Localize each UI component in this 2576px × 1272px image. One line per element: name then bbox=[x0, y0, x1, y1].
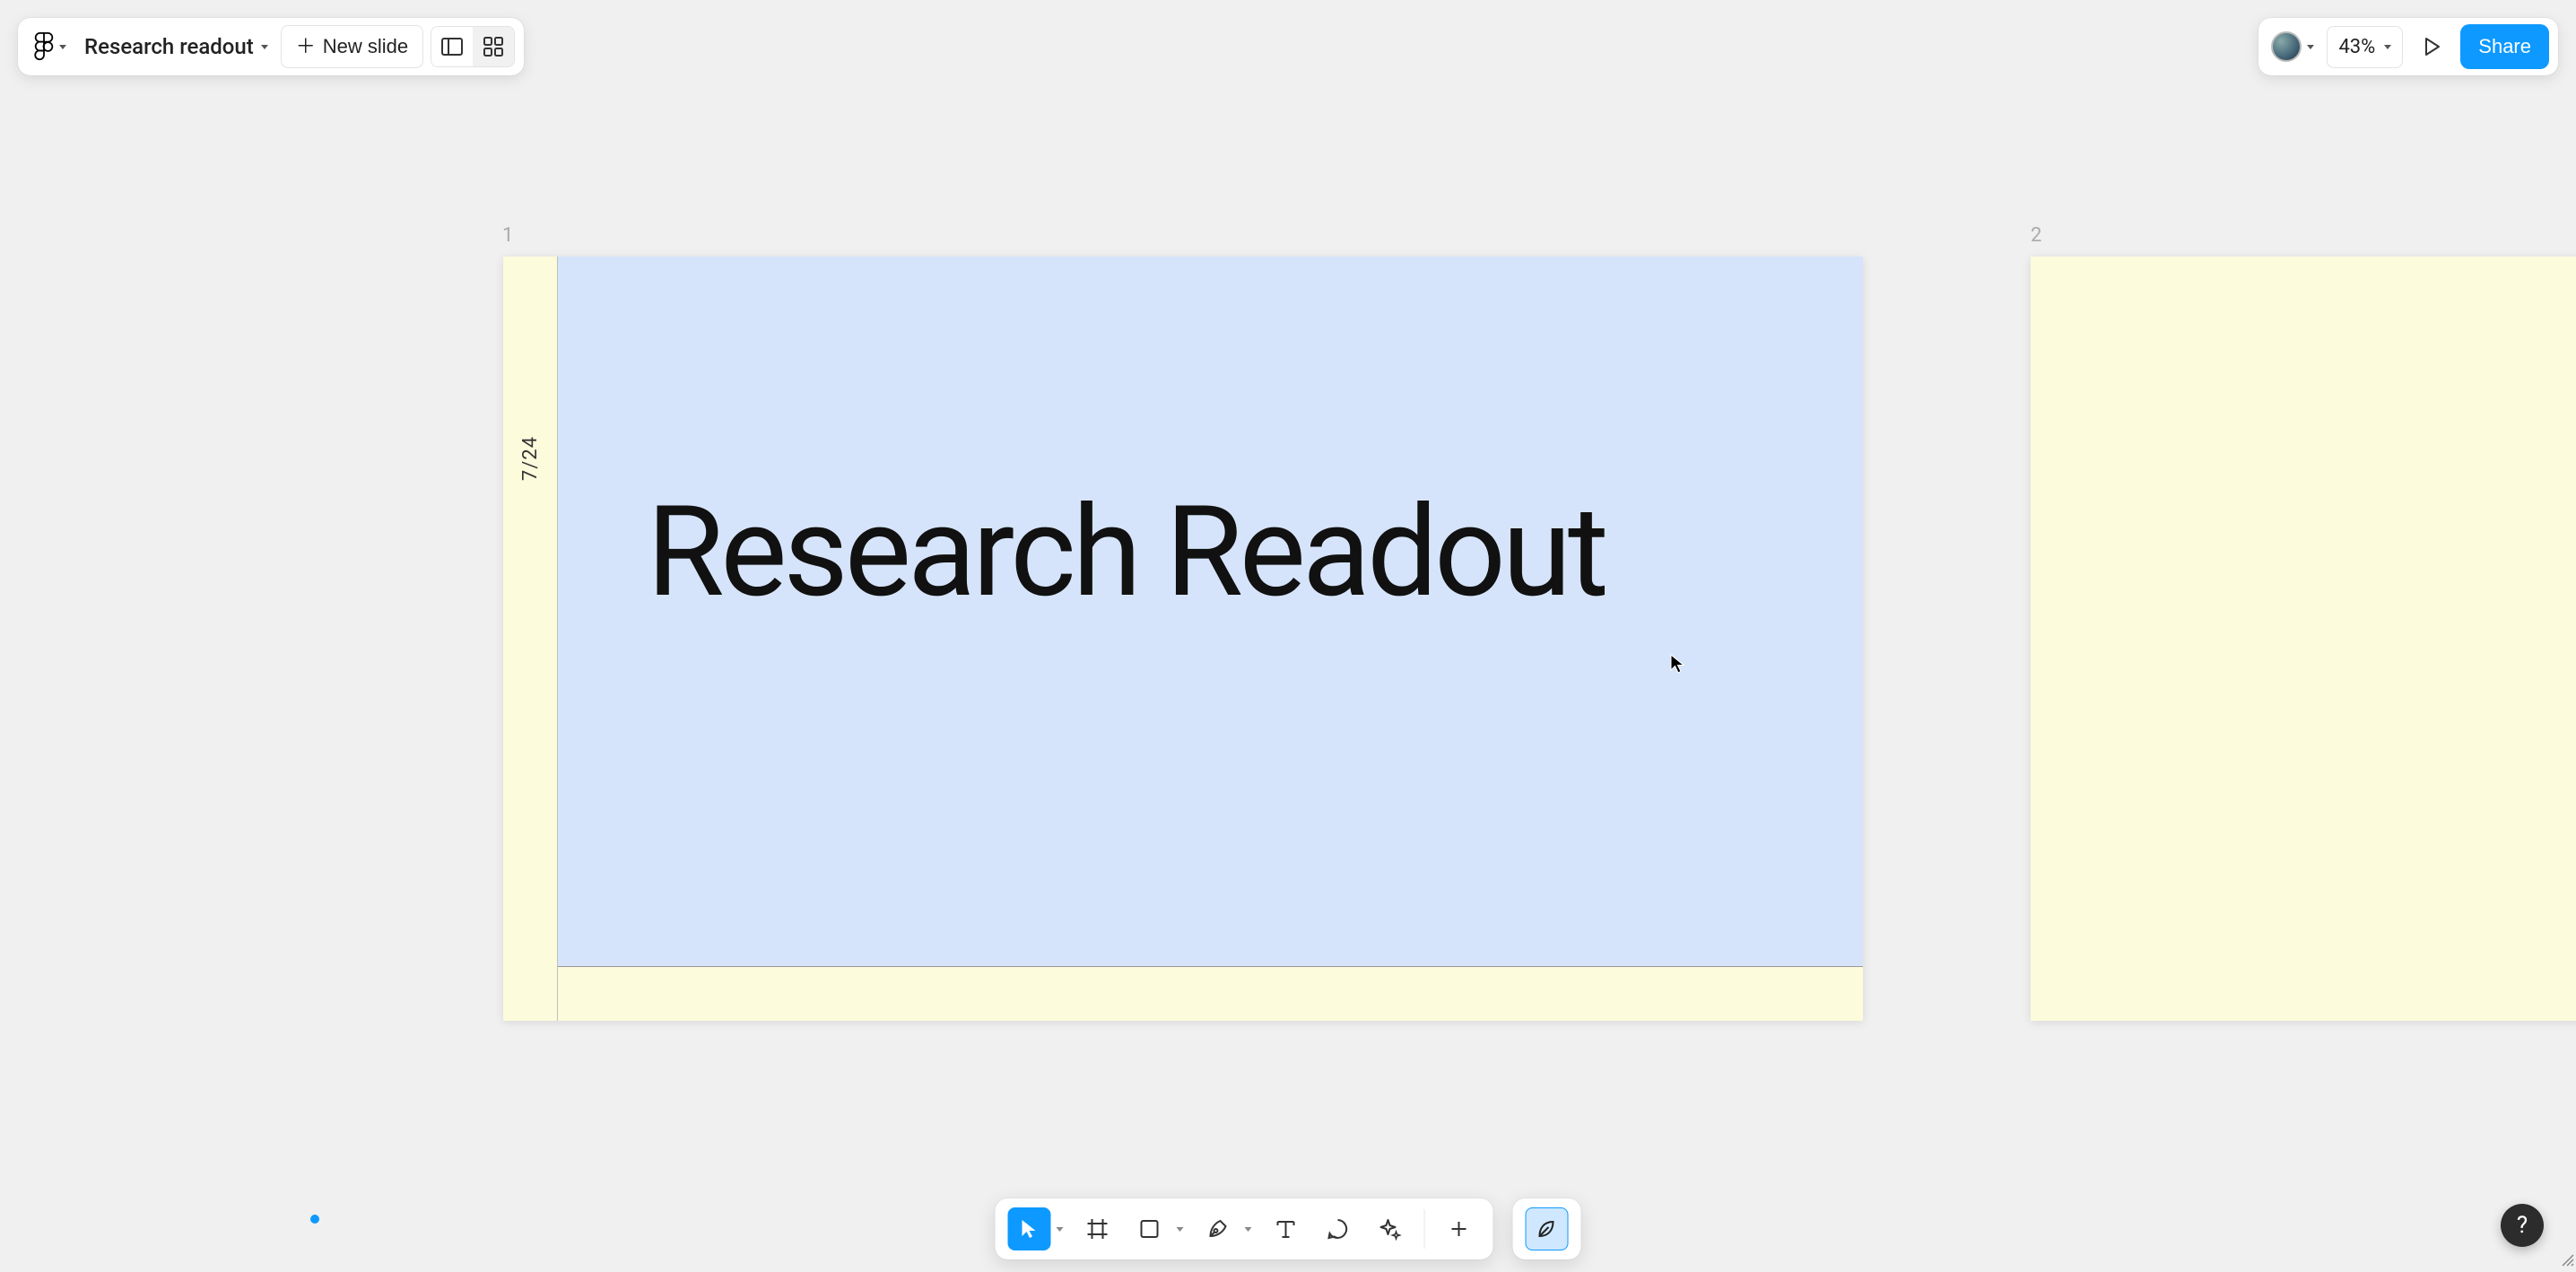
comment-icon bbox=[1327, 1217, 1350, 1241]
toolbar-top-right: 43% Share bbox=[2258, 18, 2558, 75]
toolbar-bottom bbox=[996, 1198, 1581, 1259]
play-icon bbox=[2421, 36, 2442, 57]
mouse-cursor-icon bbox=[1670, 654, 1686, 674]
zoom-dropdown[interactable]: 43% bbox=[2327, 26, 2403, 68]
move-tool-button[interactable] bbox=[1008, 1207, 1051, 1250]
grid-icon bbox=[483, 37, 503, 57]
plus-icon bbox=[1449, 1218, 1470, 1240]
leaf-icon bbox=[1536, 1217, 1559, 1241]
view-mode-toggle bbox=[431, 26, 515, 67]
slide-number-2: 2 bbox=[2031, 224, 2041, 247]
pen-tool-button[interactable] bbox=[1197, 1207, 1240, 1250]
slide-1-title[interactable]: Research Readout bbox=[647, 490, 1606, 615]
help-button[interactable]: ? bbox=[2501, 1204, 2544, 1247]
zoom-label: 43% bbox=[2338, 36, 2375, 58]
chevron-down-icon[interactable] bbox=[1245, 1227, 1252, 1232]
chevron-down-icon[interactable] bbox=[1177, 1227, 1184, 1232]
single-slide-view-button[interactable] bbox=[431, 27, 473, 66]
window-resize-handle-icon[interactable] bbox=[2560, 1252, 2574, 1267]
share-button[interactable]: Share bbox=[2460, 24, 2549, 69]
user-menu-button[interactable] bbox=[2267, 28, 2318, 65]
sparkle-icon bbox=[1379, 1217, 1402, 1241]
dev-mode-toggle[interactable] bbox=[1526, 1207, 1569, 1250]
add-tool-button[interactable] bbox=[1438, 1207, 1481, 1250]
actions-tool-button[interactable] bbox=[1369, 1207, 1412, 1250]
frame-icon bbox=[1086, 1217, 1110, 1241]
slide-number-1: 1 bbox=[502, 224, 513, 247]
slide-1-date: 7/24 bbox=[519, 436, 542, 481]
new-slide-label: New slide bbox=[323, 35, 408, 58]
chevron-down-icon bbox=[2307, 45, 2314, 49]
shape-tool-button[interactable] bbox=[1128, 1207, 1171, 1250]
pen-icon bbox=[1206, 1217, 1230, 1241]
slide-1[interactable]: 7/24 Research Readout bbox=[503, 257, 1863, 1021]
comment-tool-button[interactable] bbox=[1317, 1207, 1360, 1250]
toolbar-top-left: Research readout ＋ New slide bbox=[18, 18, 524, 75]
avatar bbox=[2271, 31, 2302, 62]
plus-icon: ＋ bbox=[296, 37, 316, 57]
slide-1-margin-line bbox=[557, 257, 558, 1021]
present-button[interactable] bbox=[2412, 27, 2451, 66]
toolbar-divider bbox=[1424, 1209, 1425, 1249]
tools-island-main bbox=[996, 1198, 1493, 1259]
file-name-label: Research readout bbox=[84, 34, 254, 59]
figma-logo-icon bbox=[34, 32, 54, 61]
canvas[interactable]: 1 7/24 Research Readout 2 bbox=[0, 0, 2576, 1272]
single-slide-icon bbox=[441, 38, 463, 56]
help-icon: ? bbox=[2517, 1212, 2528, 1239]
text-icon bbox=[1275, 1217, 1298, 1241]
slide-2[interactable] bbox=[2031, 257, 2576, 1021]
cursor-icon bbox=[1018, 1217, 1041, 1241]
file-name-dropdown[interactable]: Research readout bbox=[77, 29, 274, 65]
text-tool-button[interactable] bbox=[1265, 1207, 1308, 1250]
rectangle-icon bbox=[1138, 1217, 1162, 1241]
grid-view-button[interactable] bbox=[473, 27, 514, 66]
chevron-down-icon bbox=[59, 45, 66, 49]
chevron-down-icon[interactable] bbox=[1057, 1227, 1064, 1232]
chevron-down-icon bbox=[2384, 45, 2391, 49]
main-menu-button[interactable] bbox=[27, 27, 70, 66]
page-indicator-dot[interactable] bbox=[310, 1215, 319, 1224]
frame-tool-button[interactable] bbox=[1076, 1207, 1119, 1250]
new-slide-button[interactable]: ＋ New slide bbox=[281, 25, 423, 68]
tools-island-dev bbox=[1513, 1198, 1581, 1259]
chevron-down-icon bbox=[261, 45, 268, 49]
